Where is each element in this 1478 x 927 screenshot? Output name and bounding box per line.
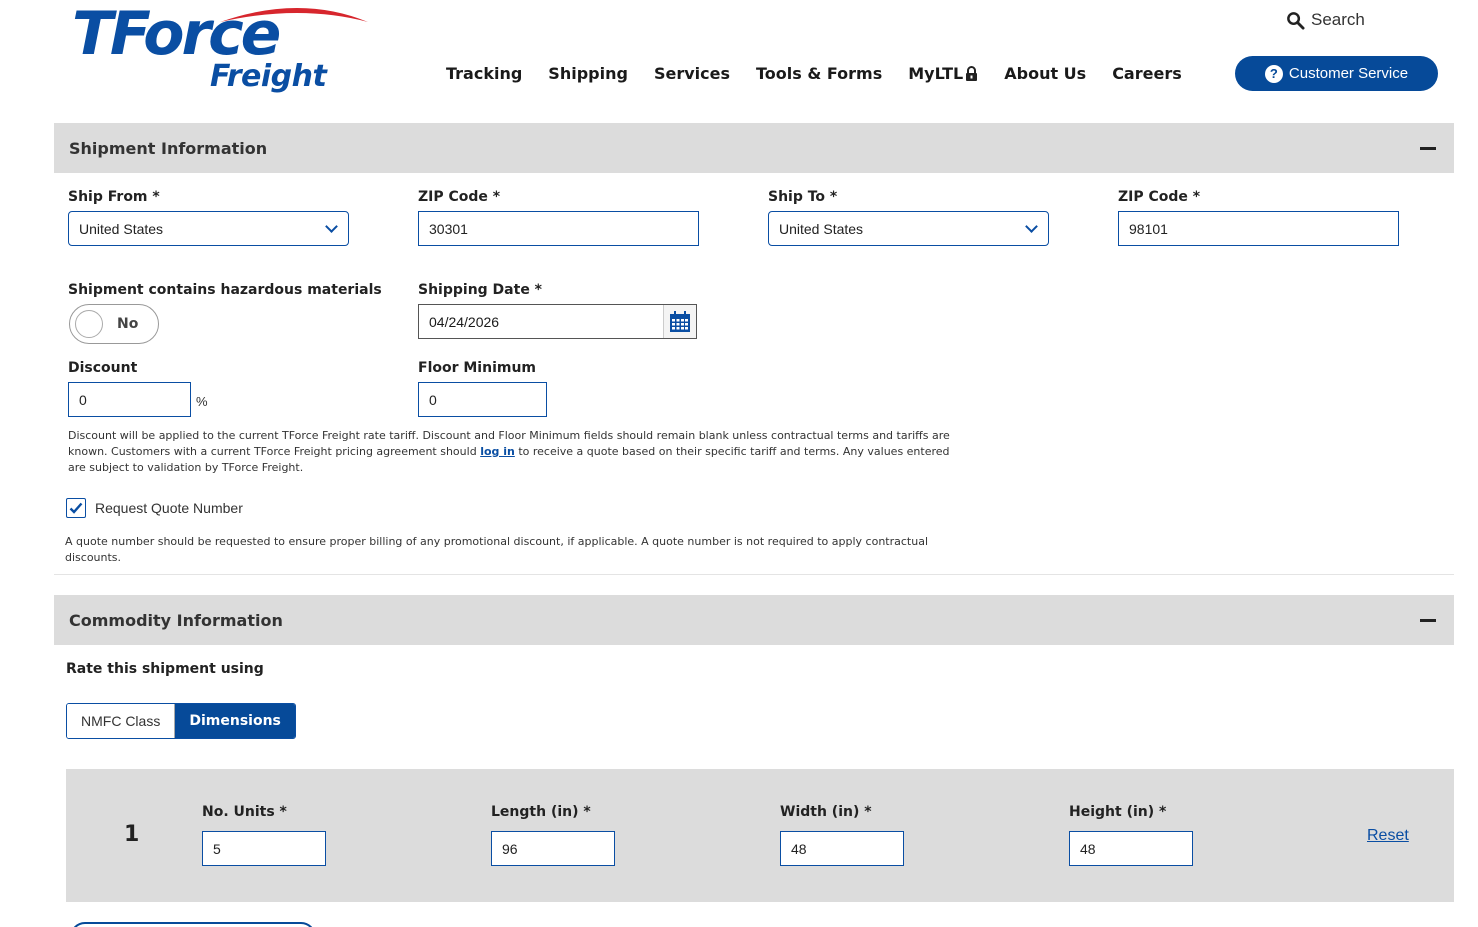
percent-sign: % [196,394,208,409]
chevron-down-icon [325,219,338,233]
nav-label: Shipping [548,64,628,83]
toggle-knob [75,310,103,338]
request-quote-label: Request Quote Number [95,500,243,516]
discount-note: Discount will be applied to the current … [68,428,968,476]
reset-link[interactable]: Reset [1367,827,1409,845]
add-commodity-button[interactable] [70,922,316,927]
dimensions-option[interactable]: Dimensions [175,704,295,738]
checkmark-icon [69,502,83,514]
nav-label: About Us [1004,64,1087,83]
item-number: 1 [124,822,140,847]
ship-to-value: United States [779,220,864,237]
height-input[interactable]: 48 [1069,831,1193,866]
quote-note: A quote number should be requested to en… [65,535,929,564]
section-title: Shipment Information [69,138,268,158]
floor-minimum-label: Floor Minimum [418,360,537,376]
height-label: Height (in) * [1069,804,1167,820]
search-icon [1287,11,1305,30]
length-input[interactable]: 96 [491,831,615,866]
shipping-date-label: Shipping Date * [418,282,543,298]
length-label: Length (in) * [491,804,591,820]
search-label: Search [1311,10,1365,29]
customer-service-button[interactable]: ? Customer Service [1235,56,1438,91]
nav-item-tracking[interactable]: Tracking [446,64,522,83]
nav-label: Careers [1112,64,1182,83]
section-title: Commodity Information [69,610,283,630]
floor-minimum-input[interactable]: 0 [418,382,547,417]
discount-label: Discount [68,360,138,376]
ship-from-value: United States [79,220,164,237]
from-zip-input[interactable]: 30301 [418,211,699,246]
logo-wordmark-freight: Freight [210,59,327,94]
ship-to-select[interactable]: United States [768,211,1049,246]
discount-input[interactable]: 0 [68,382,191,417]
customer-service-label: Customer Service [1288,65,1409,82]
main-nav: Tracking Shipping Services Tools & Forms… [446,64,1182,83]
from-zip-value: 30301 [429,220,468,237]
nav-item-shipping[interactable]: Shipping [548,64,628,83]
to-zip-input[interactable]: 98101 [1118,211,1399,246]
tforce-freight-logo[interactable]: TForce Freight [70,0,370,100]
collapse-icon[interactable] [1420,147,1436,150]
shipping-date-input[interactable]: 04/24/2026 [418,304,697,339]
to-zip-label: ZIP Code * [1118,189,1201,205]
section-divider [54,574,1454,575]
calendar-button[interactable] [663,305,696,338]
nav-item-myltl[interactable]: MyLTL [908,64,978,83]
nav-label: Tracking [446,64,523,83]
height-value: 48 [1080,840,1096,857]
width-value: 48 [791,840,807,857]
shipping-date-value: 04/24/2026 [429,313,500,330]
nav-item-careers[interactable]: Careers [1112,64,1182,83]
help-icon: ? [1264,64,1283,83]
nav-label: Services [653,64,730,83]
nav-item-about-us[interactable]: About Us [1004,64,1086,83]
hazmat-toggle[interactable]: No [69,304,159,344]
discount-value: 0 [79,391,87,408]
hazmat-label: Shipment contains hazardous materials [68,282,382,298]
length-value: 96 [502,840,518,857]
lock-icon [966,66,978,81]
ship-from-select[interactable]: United States [68,211,349,246]
width-input[interactable]: 48 [780,831,904,866]
units-label: No. Units * [202,804,287,820]
ship-from-label: Ship From * [68,189,160,205]
chevron-down-icon [1025,219,1038,233]
nav-item-tools-forms[interactable]: Tools & Forms [756,64,882,83]
width-label: Width (in) * [780,804,872,820]
log-in-link[interactable]: log in [480,445,515,458]
to-zip-value: 98101 [1129,220,1168,237]
floor-minimum-value: 0 [429,391,437,408]
nav-label: MyLTL [908,64,964,83]
request-quote-checkbox[interactable] [66,498,86,518]
shipment-section-header: Shipment Information [54,123,1454,173]
logo-wordmark-tforce: TForce [72,0,281,69]
units-input[interactable]: 5 [202,831,326,866]
nav-label: Tools & Forms [755,64,883,83]
rate-using-label: Rate this shipment using [66,661,264,677]
commodity-section-header: Commodity Information [54,595,1454,645]
hazmat-toggle-value: No [117,316,139,332]
nav-item-services[interactable]: Services [654,64,730,83]
units-value: 5 [213,840,221,857]
ship-to-label: Ship To * [768,189,838,205]
search-link[interactable]: Search [1286,10,1365,30]
from-zip-label: ZIP Code * [418,189,501,205]
collapse-icon[interactable] [1420,619,1436,622]
nmfc-class-option[interactable]: NMFC Class [67,704,176,738]
rate-method-toggle: NMFC Class Dimensions [66,703,296,739]
calendar-icon [670,310,690,332]
